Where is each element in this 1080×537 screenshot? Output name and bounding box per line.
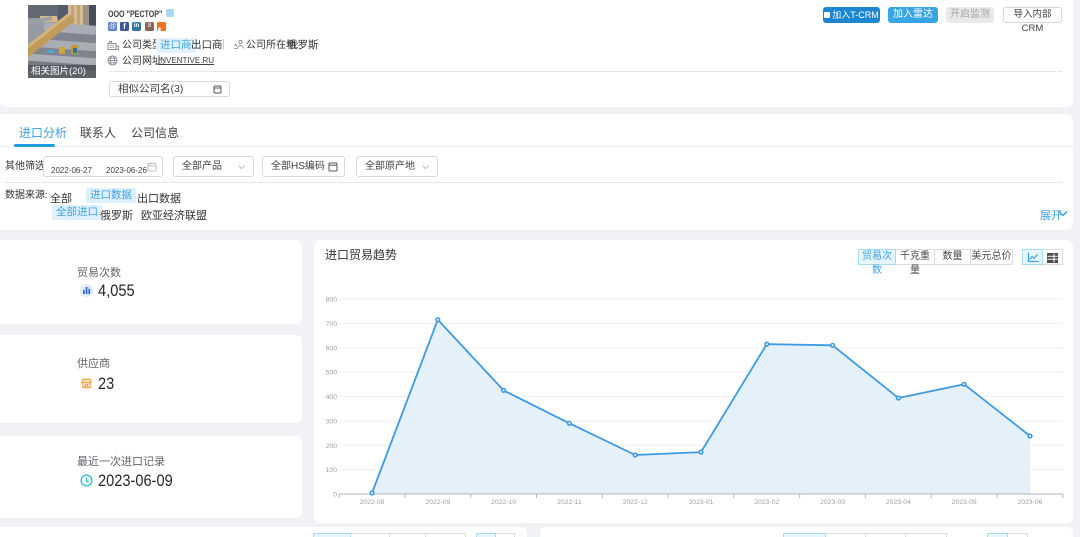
svg-text:2023-04: 2023-04 xyxy=(886,499,911,506)
svg-text:2022-09: 2022-09 xyxy=(425,499,450,506)
svg-text:2022-11: 2022-11 xyxy=(557,499,582,506)
svg-text:0: 0 xyxy=(333,492,337,499)
svg-text:600: 600 xyxy=(326,345,338,352)
svg-text:2023-03: 2023-03 xyxy=(820,499,845,506)
svg-text:700: 700 xyxy=(326,321,338,328)
svg-text:500: 500 xyxy=(326,370,338,377)
svg-text:2023-01: 2023-01 xyxy=(689,499,714,506)
svg-text:800: 800 xyxy=(326,297,338,304)
svg-text:2023-06: 2023-06 xyxy=(1018,499,1043,506)
svg-text:2023-05: 2023-05 xyxy=(952,499,977,506)
svg-text:400: 400 xyxy=(326,394,338,401)
svg-text:2022-10: 2022-10 xyxy=(491,499,516,506)
svg-text:100: 100 xyxy=(326,467,338,474)
svg-text:200: 200 xyxy=(326,443,338,450)
svg-text:2022-08: 2022-08 xyxy=(360,499,385,506)
svg-text:300: 300 xyxy=(326,418,338,425)
svg-text:2023-02: 2023-02 xyxy=(754,499,779,506)
svg-text:2022-12: 2022-12 xyxy=(623,499,648,506)
